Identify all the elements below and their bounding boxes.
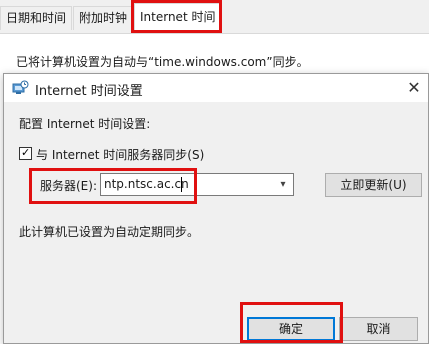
update-now-button[interactable]: 立即更新(U) — [325, 173, 422, 197]
internet-time-settings-dialog: Internet 时间设置 ✕ 配置 Internet 时间设置: ✓ 与 In… — [3, 73, 429, 344]
sync-checkbox-label[interactable]: 与 Internet 时间服务器同步(S) — [36, 146, 204, 163]
cancel-button[interactable]: 取消 — [339, 317, 418, 341]
sync-status-text: 此计算机已设置为自动定期同步。 — [19, 225, 200, 239]
config-label: 配置 Internet 时间设置: — [19, 117, 151, 131]
tab-date-time[interactable]: 日期和时间 — [0, 6, 73, 30]
server-input[interactable]: ntp.ntsc.ac.cn — [104, 177, 189, 191]
dialog-title: Internet 时间设置 — [35, 84, 143, 99]
tab-additional-clocks[interactable]: 附加时钟 — [73, 6, 133, 30]
ok-button[interactable]: 确定 — [247, 317, 335, 341]
server-combobox[interactable]: ntp.ntsc.ac.cn ▾ — [100, 173, 294, 196]
dropdown-caret-icon[interactable]: ▾ — [275, 175, 291, 194]
tab-internet-time[interactable]: Internet 时间 — [134, 3, 222, 31]
dialog-titlebar: Internet 时间设置 ✕ — [4, 74, 428, 102]
sync-checkbox[interactable]: ✓ — [19, 146, 32, 160]
checkbox-check-icon: ✓ — [21, 146, 31, 159]
internet-time-icon — [12, 80, 29, 94]
sync-info-text: 已将计算机设置为自动与“time.windows.com”同步。 — [16, 55, 309, 69]
close-icon[interactable]: ✕ — [403, 77, 425, 99]
server-label: 服务器(E): — [40, 179, 97, 193]
text-cursor — [181, 177, 182, 192]
